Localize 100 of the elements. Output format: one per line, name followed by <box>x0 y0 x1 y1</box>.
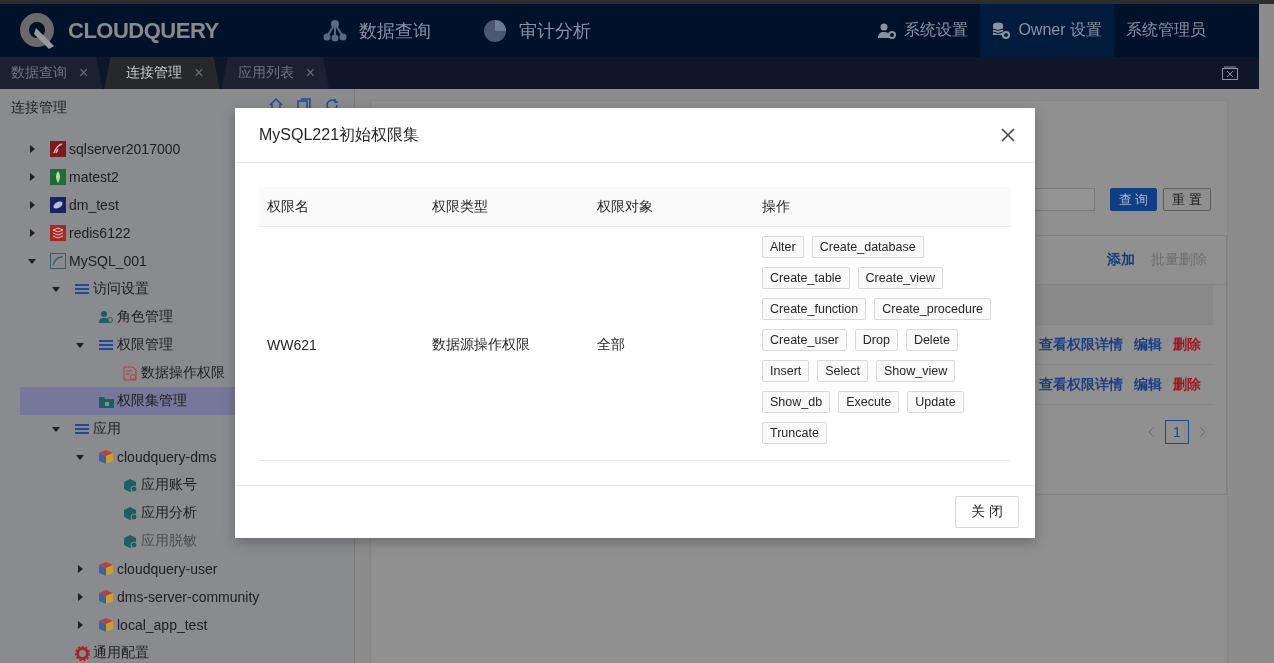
permission-tag: Show_view <box>876 360 956 382</box>
tree-item[interactable]: cloudquery-dms <box>20 443 217 471</box>
permission-tag: Insert <box>762 360 810 382</box>
caret-icon[interactable] <box>28 229 36 237</box>
pie-chart-icon <box>482 18 507 43</box>
permission-tag: Select <box>817 360 868 382</box>
permission-tag: Delete <box>905 329 959 351</box>
column-header: 操作 <box>754 187 1011 227</box>
action-link[interactable]: 编辑 <box>1134 335 1162 354</box>
tree-item[interactable]: dm_test <box>20 191 119 219</box>
stack-icon <box>50 225 66 241</box>
page-number[interactable]: 1 <box>1165 420 1189 444</box>
caret-icon[interactable] <box>52 285 60 293</box>
permission-tag: Show_db <box>762 391 831 413</box>
tab-close-button[interactable]: × <box>305 64 316 82</box>
hexagon-icon <box>122 477 138 493</box>
database-gear-icon <box>992 22 1011 39</box>
permission-tag: Create_view <box>857 267 944 289</box>
caret-icon[interactable] <box>76 341 84 349</box>
action-link[interactable]: 编辑 <box>1134 375 1162 394</box>
search-button[interactable]: 查 询 <box>1109 188 1158 211</box>
close-icon[interactable] <box>1001 128 1015 142</box>
caret-icon[interactable] <box>28 257 36 265</box>
caret-icon[interactable] <box>28 173 36 181</box>
tree-item[interactable]: sqlserver2017000 <box>20 135 181 163</box>
tree-item[interactable]: 通用配置 <box>20 639 149 663</box>
action-link[interactable]: 查看权限详情 <box>1039 375 1123 394</box>
list-icon <box>75 283 89 295</box>
network-icon <box>322 18 347 43</box>
caret-icon[interactable] <box>52 425 60 433</box>
permission-tag: Create_table <box>762 267 850 289</box>
tab-close-button[interactable]: × <box>194 64 204 82</box>
header-menu-item[interactable]: 系统管理员 <box>1114 4 1218 57</box>
caret-icon[interactable] <box>28 201 36 209</box>
permission-tag: Create_database <box>811 236 924 258</box>
tree-item[interactable]: 应用账号 <box>20 471 197 499</box>
cube-icon <box>98 617 114 633</box>
database-icon <box>50 253 66 269</box>
tab-close-button[interactable]: × <box>79 64 89 82</box>
nav-item[interactable]: 数据查询 <box>322 18 431 43</box>
close-button[interactable]: 关 闭 <box>955 496 1019 528</box>
caret-icon[interactable] <box>76 565 84 573</box>
table-cell: WW621 <box>259 226 424 461</box>
permission-tag: Update <box>907 391 964 413</box>
table-cell: 全部 <box>589 226 754 461</box>
permission-tag: Create_user <box>762 329 847 351</box>
users-icon <box>99 310 113 324</box>
tab[interactable]: 应用列表 × <box>221 57 330 89</box>
tree-item[interactable]: MySQL_001 <box>20 247 147 275</box>
delete-link[interactable]: 删除 <box>1173 335 1201 354</box>
permission-tag: Truncate <box>762 422 827 444</box>
permission-tag: Create_function <box>762 298 867 320</box>
hexagon-icon <box>122 505 138 521</box>
permission-tag: Create_procedure <box>874 298 992 320</box>
action-link[interactable]: 查看权限详情 <box>1039 335 1123 354</box>
tree-item[interactable]: cloudquery-user <box>20 555 218 583</box>
leaf-icon <box>50 169 66 185</box>
tree-item[interactable]: 权限管理 <box>20 331 173 359</box>
tab[interactable]: 连接管理 × <box>104 57 220 89</box>
tree-item[interactable]: 应用 <box>20 415 121 443</box>
sidebar-title: 连接管理 <box>11 99 67 117</box>
folder-icon <box>98 394 114 408</box>
caret-icon[interactable] <box>76 453 84 461</box>
close-all-icon[interactable] <box>1222 66 1238 80</box>
tree-item[interactable]: 应用分析 <box>20 499 197 527</box>
permission-tag: Drop <box>854 329 898 351</box>
nav-item[interactable]: 审计分析 <box>482 18 591 43</box>
database-icon <box>50 197 66 213</box>
header-menu-item[interactable]: Owner 设置 <box>980 4 1114 57</box>
caret-icon[interactable] <box>76 593 84 601</box>
column-header: 权限类型 <box>424 187 589 227</box>
tree-item[interactable]: dms-server-community <box>20 583 260 611</box>
tree-item[interactable]: local_app_test <box>20 611 208 639</box>
list-icon <box>99 339 113 351</box>
tree-item[interactable]: 数据操作权限 <box>20 359 225 387</box>
action-link[interactable]: 添加 <box>1107 251 1135 269</box>
column-header: 权限对象 <box>589 187 754 227</box>
column-header: 权限名 <box>259 187 424 227</box>
list-icon <box>75 423 89 435</box>
hexagon-icon <box>122 533 138 549</box>
reset-button[interactable]: 重 置 <box>1163 188 1211 211</box>
cube-icon <box>98 449 114 465</box>
tab[interactable]: 数据查询 × <box>0 57 103 89</box>
permission-tag: Alter <box>762 236 804 258</box>
tree-item[interactable]: matest2 <box>20 163 119 191</box>
delete-link[interactable]: 删除 <box>1173 375 1201 394</box>
logo-text: CLOUDQUERY <box>68 17 219 44</box>
header-menu-item[interactable]: 系统设置 <box>866 4 981 57</box>
cube-icon <box>98 561 114 577</box>
dialog-title: MySQL221初始权限集 <box>259 124 420 145</box>
permission-tag: Execute <box>838 391 900 413</box>
caret-icon[interactable] <box>76 621 84 629</box>
tree-item[interactable]: 访问设置 <box>20 275 149 303</box>
gear-icon <box>74 645 90 661</box>
cube-icon <box>98 589 114 605</box>
caret-icon[interactable] <box>28 145 36 153</box>
tree-item[interactable]: redis6122 <box>20 219 131 247</box>
tree-item[interactable]: 角色管理 <box>20 303 173 331</box>
table-cell: 数据源操作权限 <box>424 226 589 461</box>
database-icon <box>50 141 66 157</box>
